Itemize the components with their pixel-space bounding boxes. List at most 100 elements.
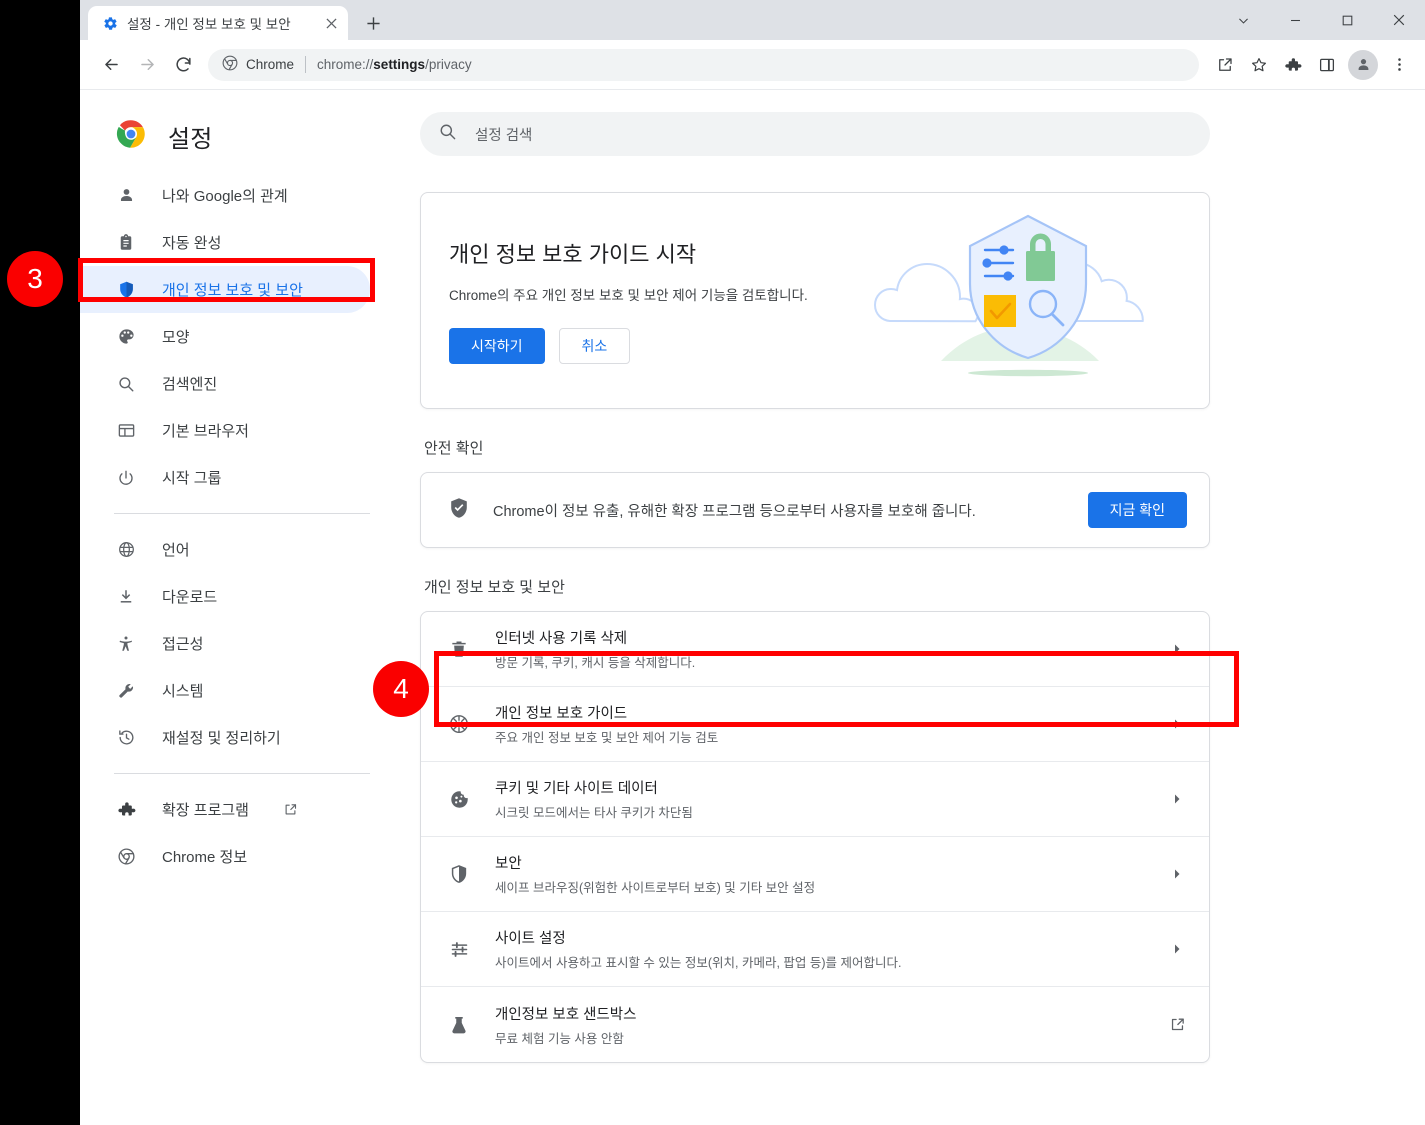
browser-window-icon	[116, 421, 136, 441]
sidebar-item-autofill[interactable]: 자동 완성	[80, 219, 370, 266]
omnibox-chip-label: Chrome	[246, 57, 295, 72]
settings-sidebar: 설정 나와 Google의 관계 자동 완성 개인 정보 보호 및 보안 모양 …	[80, 90, 402, 1124]
chrome-menu-icon[interactable]	[1383, 49, 1415, 81]
globe-icon	[116, 540, 136, 560]
row-cookies[interactable]: 쿠키 및 기타 사이트 데이터 시크릿 모드에서는 타사 쿠키가 차단됨	[421, 762, 1209, 837]
privacy-shield-illustration	[863, 203, 1193, 399]
sidebar-item-about-chrome[interactable]: Chrome 정보	[80, 833, 370, 880]
settings-main: 설정 검색 개인 정보 보호 가이드 시작 Chrome의 주요 개인 정보 보…	[402, 90, 1425, 1124]
maximize-icon[interactable]	[1321, 0, 1373, 40]
security-shield-icon	[447, 496, 471, 525]
share-icon[interactable]	[1209, 49, 1241, 81]
safety-check-card: Chrome이 정보 유출, 유해한 확장 프로그램 등으로부터 사용자를 보호…	[420, 472, 1210, 548]
row-title: 개인 정보 보호 가이드	[495, 706, 628, 722]
sidebar-item-downloads[interactable]: 다운로드	[80, 573, 370, 620]
sidebar-item-system[interactable]: 시스템	[80, 667, 370, 714]
sidebar-divider-1	[114, 513, 370, 514]
row-subtitle: 무료 체험 기능 사용 안함	[495, 1031, 624, 1046]
close-window-icon[interactable]	[1373, 0, 1425, 40]
profile-avatar-icon[interactable]	[1348, 49, 1378, 80]
search-input[interactable]: 설정 검색	[420, 112, 1210, 156]
search-icon	[438, 122, 457, 146]
back-icon[interactable]	[94, 48, 128, 82]
restore-history-icon	[116, 728, 136, 748]
browser-tab-settings[interactable]: 설정 - 개인 정보 보호 및 보안	[88, 6, 348, 40]
sidebar-item-extensions[interactable]: 확장 프로그램	[80, 786, 370, 833]
privacy-settings-list: 인터넷 사용 기록 삭제 방문 기록, 쿠키, 캐시 등을 삭제합니다. 개인 …	[420, 611, 1210, 1063]
close-icon[interactable]	[320, 12, 342, 34]
address-bar[interactable]: Chrome chrome://settings/privacy	[208, 48, 1199, 81]
safety-check-section-title: 안전 확인	[424, 440, 484, 457]
promo-cancel-button[interactable]: 취소	[558, 328, 631, 365]
row-privacy-sandbox[interactable]: 개인정보 보호 샌드박스 무료 체험 기능 사용 안함	[421, 987, 1209, 1062]
safety-check-now-button[interactable]: 지금 확인	[1087, 492, 1187, 528]
omnibox-url: chrome://settings/privacy	[317, 57, 472, 72]
annotation-badge-4: 4	[373, 661, 429, 717]
sidebar-item-label: 나와 Google의 관계	[162, 188, 288, 205]
sidebar-item-search-engine[interactable]: 검색엔진	[80, 360, 370, 407]
chevron-right-icon[interactable]	[1167, 864, 1187, 884]
chrome-logo-icon	[116, 119, 146, 154]
extensions-puzzle-icon[interactable]	[1277, 49, 1309, 81]
search-icon	[116, 374, 136, 394]
row-body: 사이트 설정 사이트에서 사용하고 표시할 수 있는 정보(위치, 카메라, 팝…	[495, 927, 1143, 971]
autofill-clipboard-icon	[116, 233, 136, 253]
chrome-logo-icon	[116, 847, 136, 867]
row-body: 쿠키 및 기타 사이트 데이터 시크릿 모드에서는 타사 쿠키가 차단됨	[495, 777, 1143, 821]
row-title: 쿠키 및 기타 사이트 데이터	[495, 781, 658, 797]
settings-brand: 설정	[80, 90, 402, 160]
side-panel-icon[interactable]	[1311, 49, 1343, 81]
promo-start-button[interactable]: 시작하기	[449, 328, 545, 365]
chevron-right-icon[interactable]	[1167, 789, 1187, 809]
sidebar-divider-2	[114, 773, 370, 774]
omnibox-divider	[305, 56, 307, 73]
chrome-browser-window: 설정 - 개인 정보 보호 및 보안 Chrome chrome://setti…	[80, 0, 1425, 1125]
bookmark-star-icon[interactable]	[1243, 49, 1275, 81]
power-icon	[116, 468, 136, 488]
new-tab-button[interactable]	[358, 8, 388, 38]
reload-icon[interactable]	[166, 48, 200, 82]
row-site-settings[interactable]: 사이트 설정 사이트에서 사용하고 표시할 수 있는 정보(위치, 카메라, 팝…	[421, 912, 1209, 987]
chevron-down-icon[interactable]	[1217, 0, 1269, 40]
settings-content: 개인 정보 보호 가이드 시작 Chrome의 주요 개인 정보 보호 및 보안…	[402, 156, 1425, 1063]
sidebar-item-label: 개인 정보 보호 및 보안	[162, 282, 303, 299]
row-subtitle: 사이트에서 사용하고 표시할 수 있는 정보(위치, 카메라, 팝업 등)를 제…	[495, 956, 902, 970]
settings-page: 설정 나와 Google의 관계 자동 완성 개인 정보 보호 및 보안 모양 …	[80, 90, 1425, 1124]
sidebar-item-label: Chrome 정보	[162, 849, 248, 866]
external-link-icon[interactable]	[283, 802, 298, 817]
row-security[interactable]: 보안 세이프 브라우징(위험한 사이트로부터 보호) 및 기타 보안 설정	[421, 837, 1209, 912]
privacy-guide-icon	[447, 712, 471, 736]
chevron-right-icon[interactable]	[1167, 639, 1187, 659]
row-privacy-guide[interactable]: 개인 정보 보호 가이드 주요 개인 정보 보호 및 보안 제어 기능 검토	[421, 687, 1209, 762]
row-body: 개인정보 보호 샌드박스 무료 체험 기능 사용 안함	[495, 1003, 1143, 1047]
row-title: 사이트 설정	[495, 931, 566, 947]
sidebar-item-appearance[interactable]: 모양	[80, 313, 370, 360]
tab-title: 설정 - 개인 정보 보호 및 보안	[127, 17, 291, 32]
sidebar-item-you-and-google[interactable]: 나와 Google의 관계	[80, 172, 370, 219]
security-shield-icon	[447, 862, 471, 886]
sidebar-item-label: 접근성	[162, 636, 204, 653]
sidebar-item-label: 확장 프로그램	[162, 802, 249, 819]
chevron-right-icon[interactable]	[1167, 939, 1187, 959]
sidebar-item-accessibility[interactable]: 접근성	[80, 620, 370, 667]
sidebar-item-label: 모양	[162, 329, 190, 346]
external-link-icon[interactable]	[1167, 1015, 1187, 1035]
minimize-icon[interactable]	[1269, 0, 1321, 40]
browser-toolbar: Chrome chrome://settings/privacy	[80, 40, 1425, 90]
row-clear-browsing-data[interactable]: 인터넷 사용 기록 삭제 방문 기록, 쿠키, 캐시 등을 삭제합니다.	[421, 612, 1209, 687]
tab-strip: 설정 - 개인 정보 보호 및 보안	[80, 0, 1425, 40]
sidebar-item-default-browser[interactable]: 기본 브라우저	[80, 407, 370, 454]
sidebar-item-label: 자동 완성	[162, 235, 222, 252]
sidebar-item-startup[interactable]: 시작 그룹	[80, 454, 370, 501]
sidebar-item-label: 검색엔진	[162, 376, 218, 393]
chevron-right-icon[interactable]	[1167, 714, 1187, 734]
row-subtitle: 시크릿 모드에서는 타사 쿠키가 차단됨	[495, 806, 693, 820]
sidebar-item-reset[interactable]: 재설정 및 정리하기	[80, 714, 370, 761]
row-title: 개인정보 보호 샌드박스	[495, 1006, 637, 1023]
forward-icon[interactable]	[130, 48, 164, 82]
sidebar-item-label: 재설정 및 정리하기	[162, 730, 281, 747]
flask-icon	[447, 1013, 471, 1037]
sidebar-item-languages[interactable]: 언어	[80, 526, 370, 573]
sidebar-item-label: 다운로드	[162, 589, 218, 606]
sidebar-item-privacy[interactable]: 개인 정보 보호 및 보안	[80, 266, 370, 313]
